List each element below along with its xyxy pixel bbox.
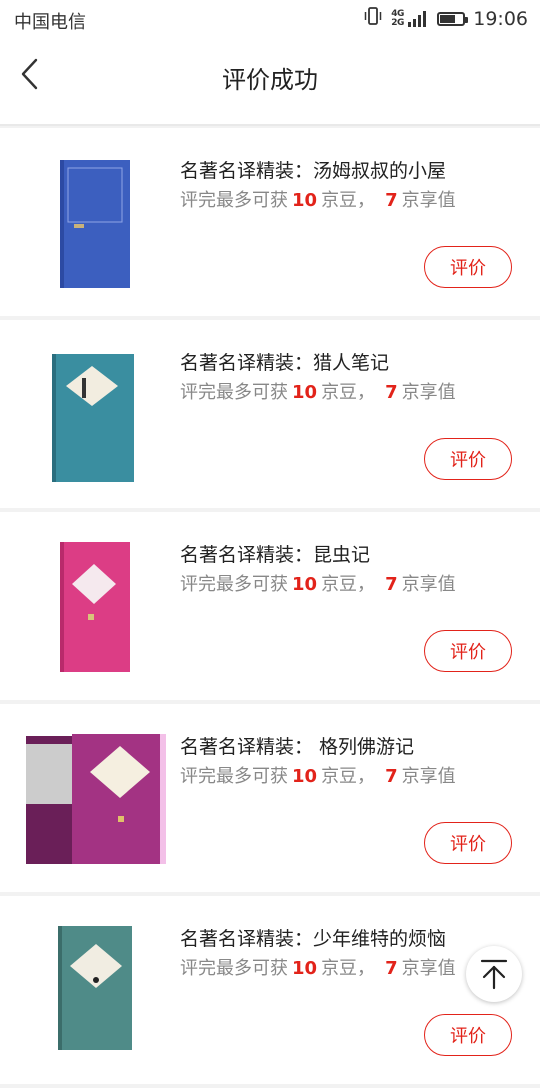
product-list: 名著名译精装：汤姆叔叔的小屋 评完最多可获 10 京豆， 7 京享值 评价 名著名译精装… (0, 128, 540, 1088)
bean-count: 10 (292, 190, 318, 211)
value-unit: 京享值 (401, 958, 456, 979)
back-to-top-button[interactable] (466, 946, 522, 1002)
page-title: 评价成功 (222, 66, 318, 94)
book-cover[interactable] (26, 538, 166, 674)
value-count: 7 (385, 766, 398, 787)
product-card: 名著名译精装：汤姆叔叔的小屋 评完最多可获 10 京豆， 7 京享值 评价 (0, 128, 540, 316)
book-cover[interactable] (26, 154, 166, 290)
clock: 19:06 (473, 7, 528, 30)
bean-unit: 京豆， (321, 958, 376, 979)
status-bar: 中国电信 4G 2G 19:06 (0, 0, 540, 36)
signal-icon: 4G 2G (391, 8, 429, 28)
reward-prefix: 评完最多可获 (180, 382, 288, 403)
status-icons: 4G 2G 19:06 (363, 6, 528, 31)
page-header: 评价成功 (0, 36, 540, 126)
review-button[interactable]: 评价 (424, 246, 512, 288)
product-card: 名著名译精装：猎人笔记 评完最多可获 10 京豆， 7 京享值 评价 (0, 320, 540, 508)
product-card: 名著名译精装： 格列佛游记 评完最多可获 10 京豆， 7 京享值 评价 (0, 704, 540, 892)
reward-info: 评完最多可获 10 京豆， 7 京享值 (180, 378, 456, 404)
review-button[interactable]: 评价 (424, 438, 512, 480)
product-card: 名著名译精装：昆虫记 评完最多可获 10 京豆， 7 京享值 评价 (0, 512, 540, 700)
reward-info: 评完最多可获 10 京豆， 7 京享值 (180, 570, 456, 596)
vibrate-icon (363, 6, 383, 31)
review-button[interactable]: 评价 (424, 630, 512, 672)
bean-unit: 京豆， (321, 574, 376, 595)
value-unit: 京享值 (401, 190, 456, 211)
bean-unit: 京豆， (321, 766, 376, 787)
battery-icon (437, 11, 469, 26)
bean-count: 10 (292, 574, 318, 595)
value-count: 7 (385, 190, 398, 211)
value-unit: 京享值 (401, 766, 456, 787)
reward-prefix: 评完最多可获 (180, 574, 288, 595)
value-count: 7 (385, 382, 398, 403)
product-card: 名著名译精装：少年维特的烦恼 评完最多可获 10 京豆， 7 京享值 评价 (0, 896, 540, 1084)
reward-prefix: 评完最多可获 (180, 190, 288, 211)
book-cover[interactable] (26, 346, 166, 482)
product-name: 名著名译精装：汤姆叔叔的小屋 (180, 160, 447, 182)
bean-unit: 京豆， (321, 382, 376, 403)
reward-prefix: 评完最多可获 (180, 766, 288, 787)
book-cover[interactable] (26, 730, 166, 866)
product-name: 名著名译精装：昆虫记 (180, 544, 371, 566)
reward-info: 评完最多可获 10 京豆， 7 京享值 (180, 762, 456, 788)
value-count: 7 (385, 574, 398, 595)
product-name: 名著名译精装： 格列佛游记 (180, 736, 415, 758)
product-name: 名著名译精装：猎人笔记 (180, 352, 390, 374)
carrier-name: 中国电信 (14, 12, 86, 33)
value-count: 7 (385, 958, 398, 979)
value-unit: 京享值 (401, 574, 456, 595)
product-name: 名著名译精装：少年维特的烦恼 (180, 928, 447, 950)
arrow-up-to-top-icon (480, 959, 508, 990)
bean-count: 10 (292, 382, 318, 403)
value-unit: 京享值 (401, 382, 456, 403)
bean-count: 10 (292, 958, 318, 979)
bean-count: 10 (292, 766, 318, 787)
book-cover[interactable] (26, 922, 166, 1058)
reward-prefix: 评完最多可获 (180, 958, 288, 979)
review-button[interactable]: 评价 (424, 822, 512, 864)
bean-unit: 京豆， (321, 190, 376, 211)
reward-info: 评完最多可获 10 京豆， 7 京享值 (180, 186, 456, 212)
review-button[interactable]: 评价 (424, 1014, 512, 1056)
reward-info: 评完最多可获 10 京豆， 7 京享值 (180, 954, 456, 980)
network-type: 4G 2G (391, 8, 404, 28)
